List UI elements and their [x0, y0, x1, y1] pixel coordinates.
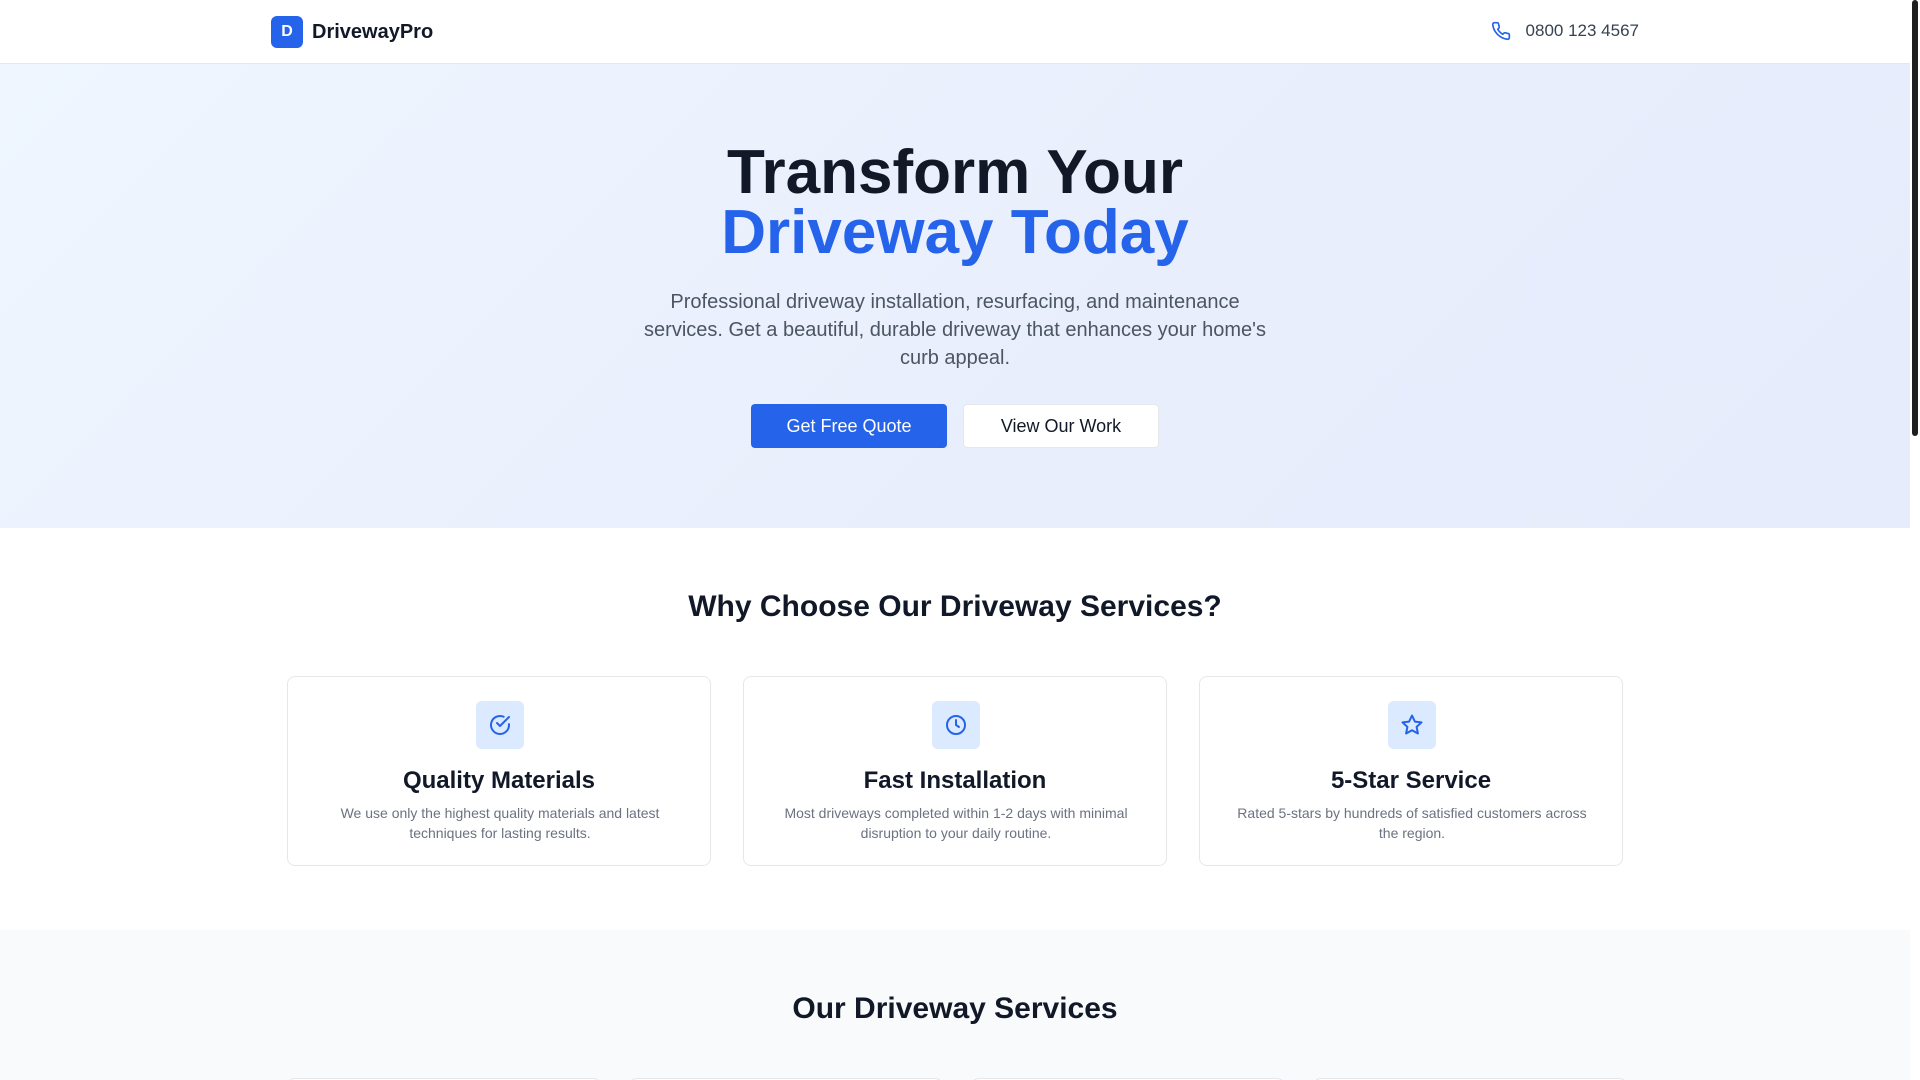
phone-contact[interactable]: 0800 123 4567: [1490, 20, 1639, 42]
feature-card-title: 5-Star Service: [1330, 767, 1492, 794]
view-our-work-button[interactable]: View Our Work: [963, 404, 1159, 448]
logo-badge: D: [271, 16, 303, 48]
feature-card-description: We use only the highest quality material…: [340, 805, 660, 841]
services-title: Our Driveway Services: [792, 992, 1118, 1025]
hero-description: Professional driveway installation, resu…: [644, 291, 1266, 369]
star-icon: [1388, 701, 1436, 749]
feature-card-title: Fast Installation: [863, 767, 1047, 794]
hero-buttons: Get Free Quote View Our Work: [0, 404, 1910, 448]
phone-number[interactable]: 0800 123 4567: [1526, 21, 1639, 41]
check-circle-icon: [476, 701, 524, 749]
feature-card-description: Most driveways completed within 1-2 days…: [784, 805, 1128, 841]
feature-cards: Quality Materials We use only the highes…: [287, 676, 1623, 866]
why-choose-section: Why Choose Our Driveway Services? Qualit…: [0, 528, 1910, 930]
page-scrollbar[interactable]: [1910, 0, 1920, 1080]
services-section: Our Driveway Services: [0, 930, 1910, 1080]
scrollbar-thumb[interactable]: [1912, 0, 1918, 436]
site-header: D DrivewayPro 0800 123 4567: [0, 0, 1910, 64]
brand-name: DrivewayPro: [312, 20, 434, 43]
feature-card-fast: Fast Installation Most driveways complet…: [743, 676, 1167, 866]
hero-title: Transform Your: [727, 138, 1183, 207]
feature-card-quality: Quality Materials We use only the highes…: [287, 676, 711, 866]
feature-card-description: Rated 5-stars by hundreds of satisfied c…: [1237, 805, 1587, 841]
get-free-quote-button[interactable]: Get Free Quote: [751, 404, 947, 448]
hero-section: Transform Your Driveway Today Profession…: [0, 64, 1910, 528]
feature-card-title: Quality Materials: [402, 767, 596, 794]
page: D DrivewayPro 0800 123 4567 Transform Yo…: [0, 0, 1910, 1080]
phone-icon: [1490, 20, 1512, 42]
logo[interactable]: D DrivewayPro: [271, 16, 433, 48]
why-choose-title: Why Choose Our Driveway Services?: [688, 590, 1222, 623]
feature-card-service: 5-Star Service Rated 5-stars by hundreds…: [1199, 676, 1623, 866]
clock-icon: [932, 701, 980, 749]
hero-title-accent: Driveway Today: [721, 198, 1189, 267]
